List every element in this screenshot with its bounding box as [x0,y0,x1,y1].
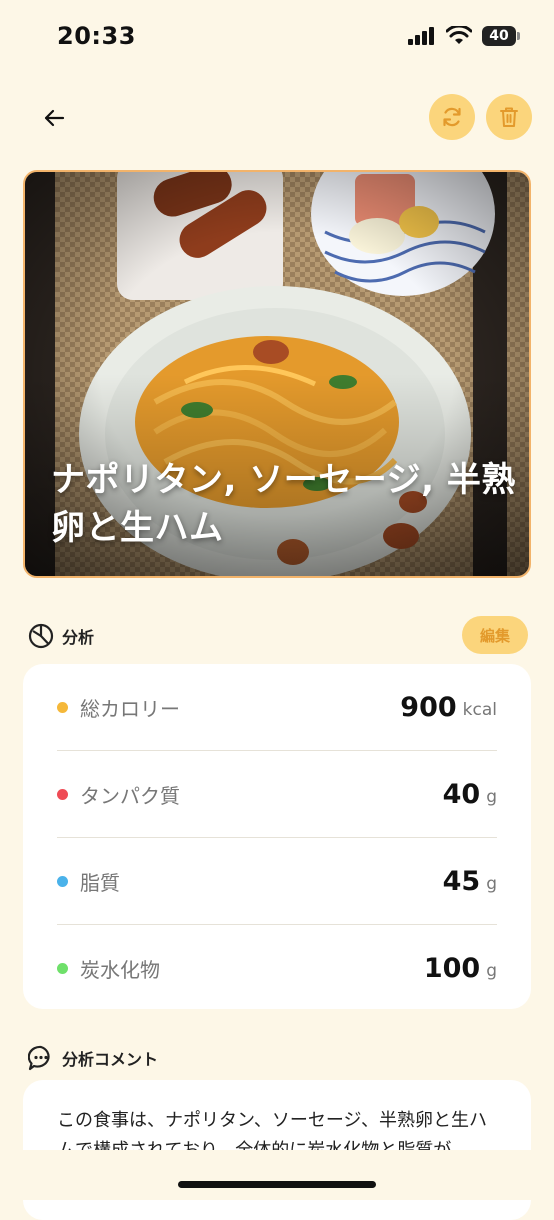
nutrition-card: 総カロリー 900 kcal タンパク質 40 g 脂質 45 g 炭水化物 1… [23,664,531,1009]
delete-button[interactable] [486,94,532,140]
nutrition-row-calories: 総カロリー 900 kcal [57,664,497,750]
battery-level: 40 [489,28,509,44]
nutrition-value: 45 [442,865,481,897]
nutrition-value: 40 [442,778,481,810]
edit-button[interactable]: 編集 [462,616,528,654]
nutrition-value: 900 [400,691,457,723]
nutrition-row-fat: 脂質 45 g [57,838,497,924]
nutrition-row-protein: タンパク質 40 g [57,751,497,837]
nutrition-name: 炭水化物 [80,957,160,982]
analysis-header: 分析 編集 [28,616,528,656]
fat-dot [57,875,68,887]
nutrition-name: 総カロリー [80,696,180,721]
calories-dot [57,701,68,713]
nutrition-name: タンパク質 [80,783,180,808]
comment-section-label: 分析コメント [62,1050,159,1069]
protein-dot [57,788,68,800]
arrow-left-icon [44,109,65,127]
regenerate-button[interactable] [429,94,475,140]
trash-icon [500,107,518,127]
refresh-icon [443,107,461,127]
comment-header: 分析コメント [28,1038,528,1078]
nutrition-unit: g [486,961,497,981]
nutrition-row-carbs: 炭水化物 100 g [57,925,497,1011]
meal-photo: ナポリタン, ソーセージ, 半熟卵と生ハム [23,170,531,578]
nutrition-unit: g [486,787,497,807]
nutrition-value: 100 [423,952,481,984]
bottom-fade [0,1150,554,1200]
status-bar: 20:33 40 [0,0,554,72]
chat-bubble-icon [28,1045,50,1071]
wifi-icon [446,26,472,44]
nutrition-name: 脂質 [80,870,120,895]
pie-chart-icon [28,623,54,649]
signal-icon [408,27,434,45]
analysis-section-label: 分析 [62,628,95,647]
top-nav [0,94,554,142]
battery-icon: 40 [482,26,520,46]
meal-title: ナポリタン, ソーセージ, 半熟卵と生ハム [51,460,516,548]
home-indicator[interactable] [178,1181,376,1188]
back-button[interactable] [36,98,72,138]
nutrition-unit: kcal [462,700,497,720]
status-time: 20:33 [57,22,136,50]
status-icons: 40 [408,26,520,46]
carbs-dot [57,962,68,974]
nutrition-unit: g [486,874,497,894]
